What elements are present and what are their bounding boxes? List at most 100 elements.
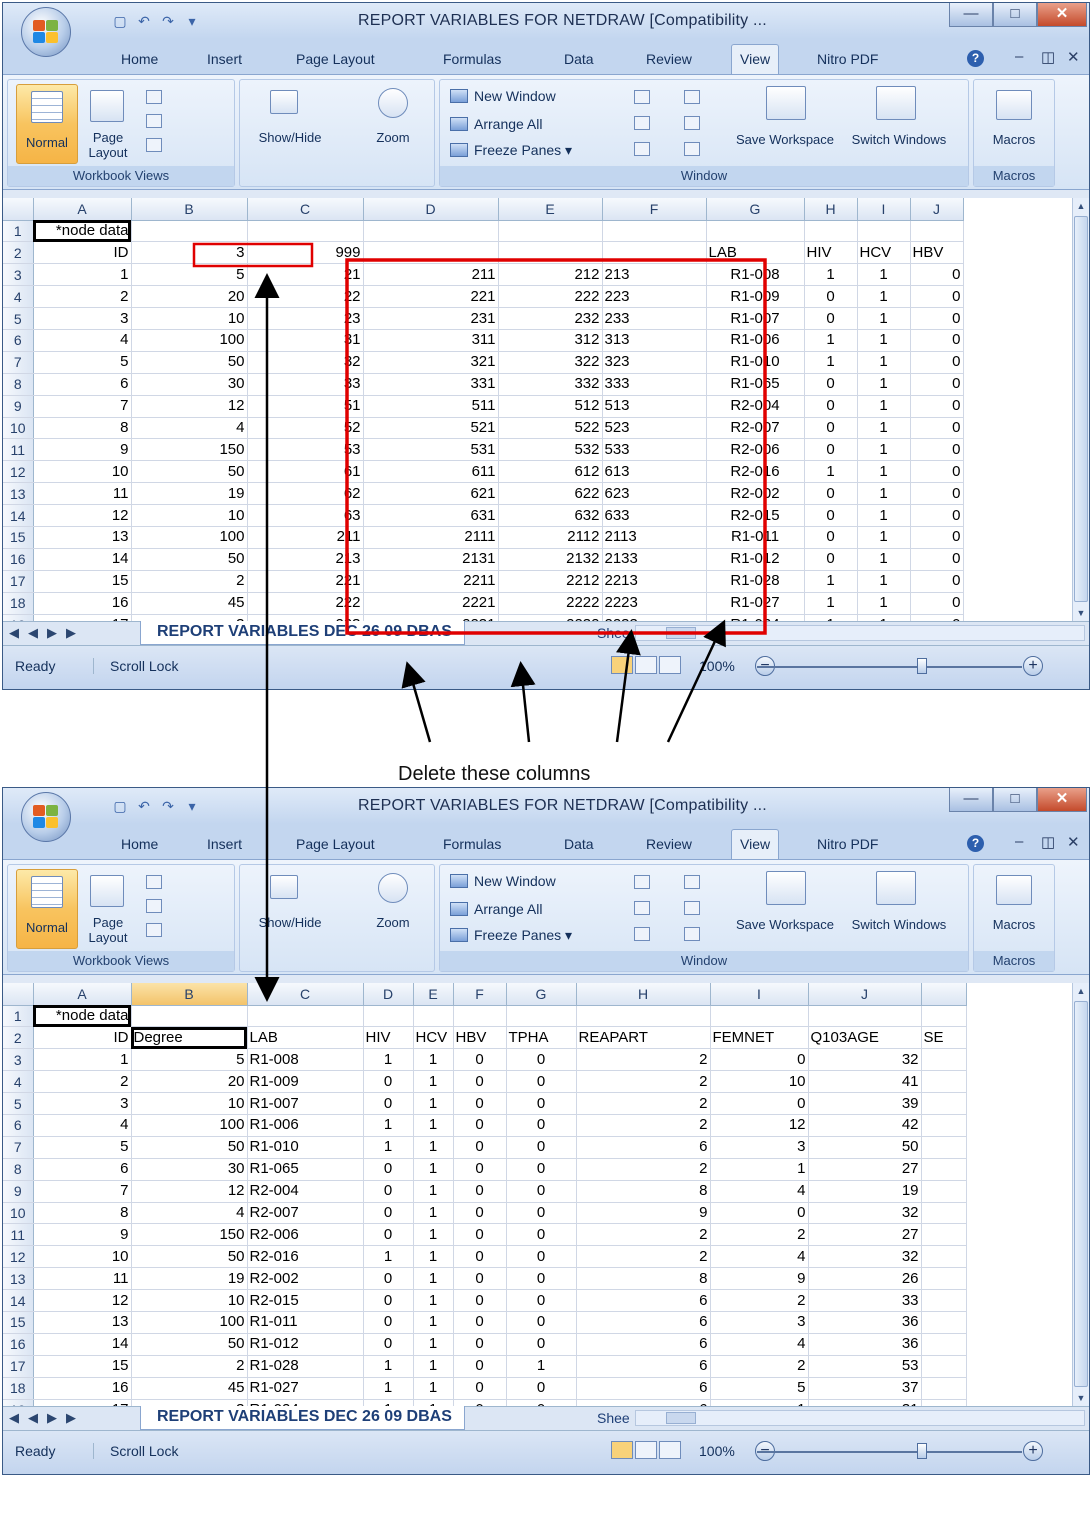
cell[interactable]: 4 [710, 1245, 809, 1269]
row-header[interactable]: 18 [3, 592, 34, 615]
row-header[interactable]: 8 [3, 1158, 34, 1181]
cell[interactable]: R1-010 [706, 351, 805, 374]
tab-insert[interactable]: Insert [207, 51, 242, 67]
cell[interactable]: 0 [506, 1311, 577, 1334]
column-header[interactable]: J [808, 983, 922, 1006]
cell[interactable]: 1 [413, 1092, 454, 1115]
cell[interactable]: 1 [857, 307, 911, 330]
cell[interactable]: 221 [363, 285, 499, 309]
horizontal-scrollbar[interactable] [635, 625, 1085, 641]
cell[interactable]: 0 [363, 1070, 414, 1094]
cell[interactable]: 3 [33, 307, 132, 330]
cell[interactable]: 522 [498, 417, 603, 440]
scroll-up-icon[interactable]: ▲ [1073, 198, 1089, 214]
sheet-nav-icons[interactable]: ◀◀▶▶ [9, 1410, 85, 1426]
cell[interactable]: 39 [808, 1092, 922, 1115]
cell[interactable]: 0 [804, 504, 858, 527]
sheet-tab-2[interactable]: Shee [597, 1410, 630, 1426]
cell[interactable]: 6 [576, 1311, 711, 1334]
row-header[interactable]: 16 [3, 548, 34, 571]
cell[interactable]: 1 [857, 373, 911, 396]
cell[interactable] [602, 220, 707, 243]
cell[interactable] [921, 1158, 967, 1181]
worksheet-grid[interactable]: A B C D E F G H I J 1 *node data 2 ID 3 999 LAB HIV HCV HBV… [3, 198, 1089, 621]
cell[interactable]: HCV [413, 1026, 454, 1050]
cell[interactable] [363, 220, 499, 243]
worksheet-grid[interactable]: A B C D E F G H I J 1 *node data 2 ID Degree LAB HIV HCV H… [3, 983, 1089, 1406]
cell[interactable]: 0 [710, 1202, 809, 1225]
cell[interactable]: 3 [710, 1136, 809, 1159]
cell[interactable]: 2 [576, 1245, 711, 1269]
column-header[interactable]: A [33, 983, 132, 1006]
cell[interactable]: 0 [804, 417, 858, 440]
cell[interactable]: Q103AGE [808, 1026, 922, 1050]
cell[interactable]: 2211 [363, 570, 499, 593]
cell[interactable]: R2-006 [706, 438, 805, 462]
cell[interactable]: 36 [808, 1333, 922, 1356]
row-header[interactable]: 6 [3, 329, 34, 352]
tab-nitro-pdf[interactable]: Nitro PDF [817, 51, 878, 67]
scroll-thumb[interactable] [1074, 216, 1088, 602]
cell[interactable]: 13 [33, 1311, 132, 1334]
row-header[interactable]: 14 [3, 504, 34, 527]
cell[interactable]: 22 [247, 285, 364, 309]
cell[interactable]: R1-008 [247, 1048, 364, 1072]
normal-view-icon[interactable] [611, 656, 633, 674]
column-header[interactable] [921, 983, 967, 1006]
column-header[interactable]: H [804, 198, 858, 221]
new-window-button[interactable]: New Window [450, 873, 556, 889]
hscroll-thumb[interactable] [666, 627, 696, 639]
cell[interactable]: 532 [498, 438, 603, 462]
cell[interactable]: 0 [910, 592, 964, 615]
cell[interactable]: 0 [910, 570, 964, 593]
cell[interactable] [506, 1005, 577, 1028]
cell[interactable]: 16 [33, 1377, 132, 1400]
row-header[interactable]: 5 [3, 307, 34, 330]
cell[interactable]: 0 [804, 438, 858, 462]
column-header[interactable]: F [602, 198, 707, 221]
cell[interactable]: 50 [808, 1136, 922, 1159]
cell[interactable]: 53 [808, 1355, 922, 1378]
cell[interactable]: 1 [413, 1223, 454, 1247]
cell[interactable]: 2 [131, 1355, 248, 1378]
cell[interactable]: 26 [808, 1267, 922, 1291]
arrange-all-button[interactable]: Arrange All [450, 901, 542, 917]
cell[interactable]: 0 [453, 1114, 507, 1137]
normal-view-button[interactable]: Normal [16, 84, 78, 164]
row-header[interactable]: 18 [3, 1377, 34, 1400]
ribbon-restore-icon[interactable]: ◫ [1041, 48, 1055, 66]
maximize-button[interactable]: □ [993, 788, 1037, 812]
cell[interactable]: 1 [413, 1267, 454, 1291]
cell[interactable]: 5 [33, 1136, 132, 1159]
cell[interactable]: 9 [33, 438, 132, 462]
cell[interactable]: 2 [710, 1355, 809, 1378]
customize-icon[interactable]: ▾ [183, 12, 201, 30]
cell[interactable]: *node data [33, 1005, 132, 1028]
column-header[interactable]: A [33, 198, 132, 221]
tab-view[interactable]: View [731, 44, 780, 76]
cell[interactable]: 8 [33, 417, 132, 440]
column-header[interactable]: C [247, 198, 364, 221]
cell[interactable]: 1 [413, 1311, 454, 1334]
cell[interactable]: 14 [33, 548, 132, 571]
cell[interactable]: R1-012 [706, 548, 805, 571]
tab-page-layout[interactable]: Page Layout [296, 836, 375, 852]
vertical-scrollbar[interactable]: ▲ ▼ [1072, 983, 1089, 1406]
cell[interactable]: 2 [710, 1289, 809, 1312]
cell[interactable] [921, 1267, 967, 1291]
cell[interactable]: 33 [808, 1289, 922, 1312]
cell[interactable]: 2 [576, 1092, 711, 1115]
cell[interactable]: 0 [710, 1048, 809, 1072]
cell[interactable]: LAB [706, 241, 805, 265]
help-icon[interactable]: ? [967, 50, 984, 67]
cell[interactable]: R1-010 [247, 1136, 364, 1159]
cell[interactable]: R1-065 [706, 373, 805, 396]
cell[interactable]: 42 [808, 1114, 922, 1137]
cell[interactable]: 1 [413, 1399, 454, 1406]
cell[interactable]: R1-027 [247, 1377, 364, 1400]
cell[interactable]: R1-008 [706, 263, 805, 287]
reset-position-icon[interactable] [684, 142, 700, 156]
cell[interactable]: 1 [413, 1377, 454, 1400]
arrange-all-button[interactable]: Arrange All [450, 116, 542, 132]
cell[interactable]: 1 [857, 504, 911, 527]
